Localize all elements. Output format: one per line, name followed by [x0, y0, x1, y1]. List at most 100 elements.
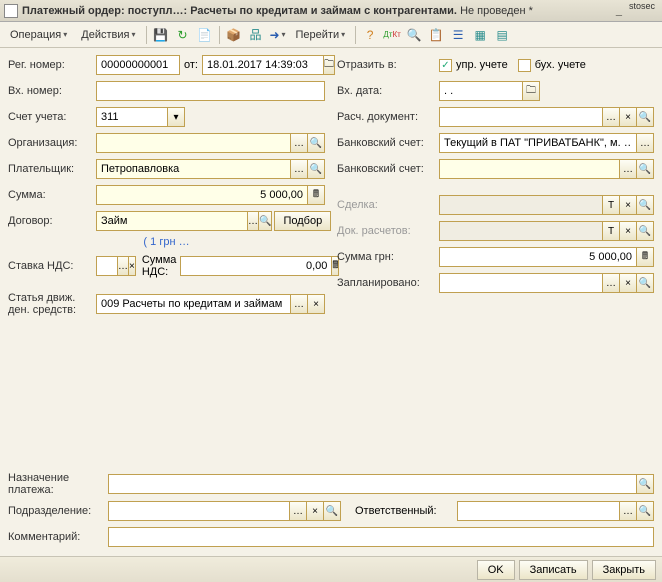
bank-acc2-label: Банковский счет:: [337, 163, 439, 175]
vat-sum-label: Сумма НДС:: [142, 254, 177, 278]
account-label: Счет учета:: [8, 111, 96, 123]
sum-uah-label: Сумма грн:: [337, 251, 439, 263]
article-clear-button[interactable]: ×: [307, 294, 325, 314]
menu-goto[interactable]: Перейти▾: [290, 26, 352, 44]
sum-uah-input[interactable]: [439, 247, 637, 267]
comment-label: Комментарий:: [8, 531, 108, 543]
mgmt-checkbox[interactable]: ✓: [439, 59, 452, 72]
org-search-button[interactable]: 🔍: [307, 133, 325, 153]
calc-doc-input[interactable]: [439, 107, 603, 127]
department-open-button[interactable]: …: [289, 501, 307, 521]
deal-clear-button[interactable]: ×: [619, 195, 637, 215]
in-no-input[interactable]: [96, 81, 325, 101]
calc-docs-clear-button[interactable]: ×: [619, 221, 637, 241]
report-icon[interactable]: 📋: [426, 25, 446, 45]
bank-acc2-input[interactable]: [439, 159, 620, 179]
contract-input[interactable]: [96, 211, 248, 231]
save-button[interactable]: Записать: [519, 560, 588, 580]
comment-input[interactable]: [108, 527, 654, 547]
post-icon[interactable]: 📄: [195, 25, 215, 45]
responsible-label: Ответственный:: [355, 505, 457, 517]
deal-label: Сделка:: [337, 199, 439, 211]
sum-input[interactable]: [96, 185, 308, 205]
reg-no-label: Рег. номер:: [8, 59, 96, 71]
payer-open-button[interactable]: …: [290, 159, 308, 179]
date-input[interactable]: [202, 55, 324, 75]
ok-button[interactable]: OK: [477, 560, 515, 580]
bank-acc-label: Банковский счет:: [337, 137, 439, 149]
responsible-search-button[interactable]: 🔍: [636, 501, 654, 521]
calc-doc-search-button[interactable]: 🔍: [636, 107, 654, 127]
sum-calc-button[interactable]: 🖩: [307, 185, 325, 205]
help-icon[interactable]: ?: [360, 25, 380, 45]
org-open-button[interactable]: …: [290, 133, 308, 153]
bank-acc-input[interactable]: [439, 133, 637, 153]
responsible-input[interactable]: [457, 501, 620, 521]
window-title: Платежный ордер: поступл…: Расчеты по кр…: [22, 5, 612, 17]
sum-uah-calc-button[interactable]: 🖩: [636, 247, 654, 267]
deal-input: [439, 195, 603, 215]
minimize-icon[interactable]: _: [616, 5, 622, 17]
account-input[interactable]: [96, 107, 168, 127]
toolbar: Операция▾ Действия▾ 💾 ↻ 📄 📦 品 ➜▾ Перейти…: [0, 22, 662, 48]
account-dropdown-button[interactable]: ▾: [167, 107, 185, 127]
brand-logo: stosec: [626, 1, 658, 21]
purpose-input[interactable]: [108, 474, 637, 494]
purpose-search-button[interactable]: 🔍: [636, 474, 654, 494]
calc-docs-t-button[interactable]: T: [602, 221, 620, 241]
grid1-icon[interactable]: ▦: [470, 25, 490, 45]
planned-label: Запланировано:: [337, 277, 439, 289]
calc-docs-search-button[interactable]: 🔍: [636, 221, 654, 241]
acc-label: бух. учете: [535, 59, 586, 71]
deal-t-button[interactable]: T: [602, 195, 620, 215]
in-date-cal-button[interactable]: 🗀: [522, 81, 540, 101]
bank-acc2-search-button[interactable]: 🔍: [636, 159, 654, 179]
responsible-open-button[interactable]: …: [619, 501, 637, 521]
box-icon[interactable]: 📦: [224, 25, 244, 45]
org-input[interactable]: [96, 133, 291, 153]
planned-input[interactable]: [439, 273, 603, 293]
bank-acc2-open-button[interactable]: …: [619, 159, 637, 179]
vat-rate-input[interactable]: [96, 256, 118, 276]
in-date-label: Вх. дата:: [337, 85, 439, 97]
acc-checkbox[interactable]: [518, 59, 531, 72]
titlebar: Платежный ордер: поступл…: Расчеты по кр…: [0, 0, 662, 22]
payer-label: Плательщик:: [8, 163, 96, 175]
planned-open-button[interactable]: …: [602, 273, 620, 293]
date-cal-button[interactable]: 🗀: [323, 55, 335, 75]
grid2-icon[interactable]: ▤: [492, 25, 512, 45]
vat-sum-input[interactable]: [180, 256, 332, 276]
rate-link[interactable]: ( 1 грн …: [8, 236, 325, 248]
close-button[interactable]: Закрыть: [592, 560, 656, 580]
bank-acc-open-button[interactable]: …: [636, 133, 654, 153]
mgmt-label: упр. учете: [456, 59, 508, 71]
refresh-icon[interactable]: ↻: [173, 25, 193, 45]
menu-operation[interactable]: Операция▾: [4, 26, 73, 44]
calc-doc-open-button[interactable]: …: [602, 107, 620, 127]
in-date-input[interactable]: [439, 81, 523, 101]
payer-search-button[interactable]: 🔍: [307, 159, 325, 179]
article-input[interactable]: [96, 294, 291, 314]
list-icon[interactable]: ☰: [448, 25, 468, 45]
menu-actions[interactable]: Действия▾: [75, 26, 141, 44]
org-label: Организация:: [8, 137, 96, 149]
calc-doc-clear-button[interactable]: ×: [619, 107, 637, 127]
department-input[interactable]: [108, 501, 290, 521]
department-search-button[interactable]: 🔍: [323, 501, 341, 521]
vat-rate-clear-button[interactable]: ×: [128, 256, 136, 276]
department-clear-button[interactable]: ×: [306, 501, 324, 521]
struct-icon[interactable]: 品: [246, 25, 266, 45]
contract-search-button[interactable]: 🔍: [258, 211, 272, 231]
planned-clear-button[interactable]: ×: [619, 273, 637, 293]
arrow-icon[interactable]: ➜▾: [268, 25, 288, 45]
footer: OK Записать Закрыть: [0, 556, 662, 582]
reg-no-input[interactable]: [96, 55, 180, 75]
zoom-icon[interactable]: 🔍: [404, 25, 424, 45]
dtkt-icon[interactable]: ДтКт: [382, 25, 402, 45]
article-open-button[interactable]: …: [290, 294, 308, 314]
save-icon[interactable]: 💾: [151, 25, 171, 45]
planned-search-button[interactable]: 🔍: [636, 273, 654, 293]
deal-search-button[interactable]: 🔍: [636, 195, 654, 215]
payer-input[interactable]: [96, 159, 291, 179]
select-button[interactable]: Подбор: [274, 211, 331, 231]
